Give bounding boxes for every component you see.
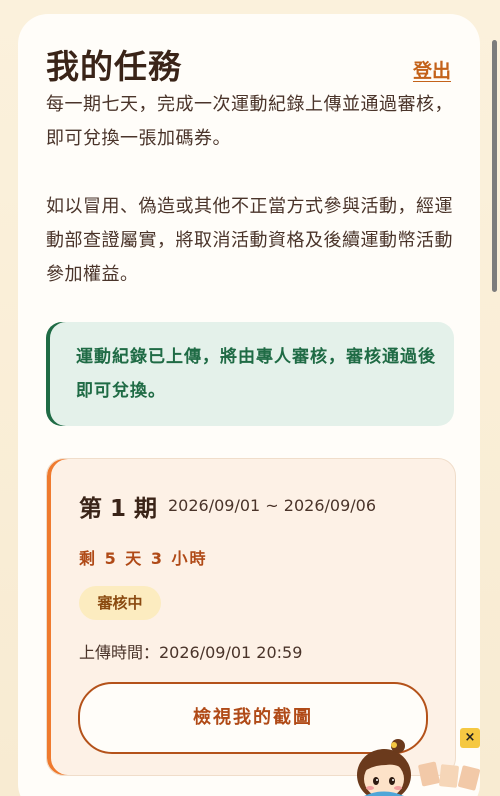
- scrollbar[interactable]: [492, 40, 497, 292]
- notice-text: 運動紀錄已上傳，將由專人審核，審核通過後即可兌換。: [76, 347, 436, 401]
- page: 我的任務 登出 每一期七天，完成一次運動紀錄上傳並通過審核，即可兌換一張加碼券。…: [0, 0, 500, 796]
- upload-time: 上傳時間：2026/09/01 20:59: [79, 643, 303, 662]
- period-label: 第 1 期: [79, 496, 158, 522]
- period-dates: 2026/09/01 ~ 2026/09/06: [168, 496, 377, 515]
- logout-link[interactable]: 登出: [413, 56, 451, 83]
- period-card: 第 1 期 2026/09/01 ~ 2026/09/06 剩 5 天 3 小時…: [46, 458, 456, 776]
- page-title: 我的任務: [46, 47, 182, 86]
- mascot-girl-icon[interactable]: [352, 735, 490, 796]
- upload-notice: 運動紀錄已上傳，將由專人審核，審核通過後即可兌換。: [46, 322, 454, 426]
- status-badge: 審核中: [79, 586, 161, 620]
- description-warning: 如以冒用、偽造或其他不正當方式參與活動，經運動部查證屬實，將取消活動資格及後續運…: [46, 196, 453, 285]
- description-rules: 每一期七天，完成一次運動紀錄上傳並通過審核，即可兌換一張加碼券。: [46, 94, 453, 149]
- remaining-time: 剩 5 天 3 小時: [79, 549, 208, 568]
